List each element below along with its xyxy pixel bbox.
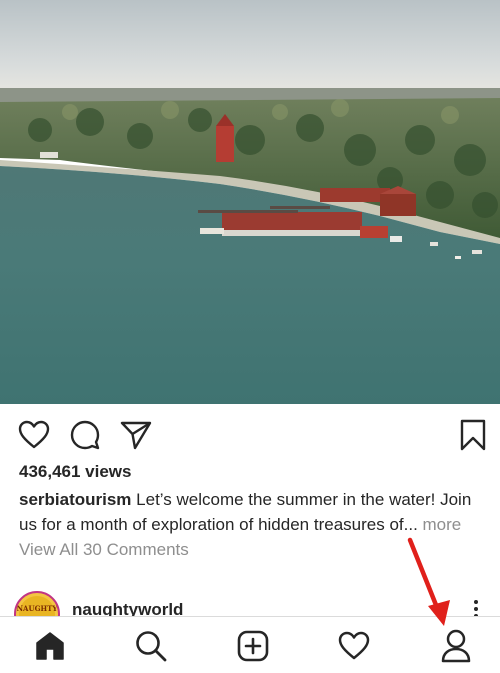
bottom-nav xyxy=(0,616,500,673)
next-post-username[interactable]: naughtyworld xyxy=(72,600,183,616)
heart-outline-icon xyxy=(18,420,50,449)
avatar-logo: NAUGHTY xyxy=(16,596,58,616)
nav-search[interactable] xyxy=(133,629,169,663)
post-caption: serbiatourism Let’s welcome the summer i… xyxy=(19,487,489,537)
paper-plane-icon xyxy=(120,421,152,450)
share-button[interactable] xyxy=(119,418,153,452)
nav-home[interactable] xyxy=(32,629,68,663)
lake-aerial-photo xyxy=(0,0,500,404)
more-link[interactable]: more xyxy=(418,515,462,534)
bookmark-icon xyxy=(460,419,486,451)
like-button[interactable] xyxy=(17,418,51,452)
save-button[interactable] xyxy=(456,418,490,452)
nav-profile[interactable] xyxy=(438,629,474,663)
comment-bubble-icon xyxy=(70,420,100,450)
profile-icon xyxy=(441,629,471,663)
nav-activity[interactable] xyxy=(336,629,372,663)
post-actions xyxy=(0,404,500,460)
post-media[interactable] xyxy=(0,0,500,404)
next-post-header: NAUGHTY naughtyworld xyxy=(0,588,500,616)
new-post-icon xyxy=(237,630,269,662)
nav-new-post[interactable] xyxy=(235,629,271,663)
search-icon xyxy=(136,631,167,662)
caption-username[interactable]: serbiatourism xyxy=(19,490,131,509)
view-all-comments-link[interactable]: View All 30 Comments xyxy=(19,540,189,560)
home-icon xyxy=(36,632,64,660)
view-count[interactable]: 436,461 views xyxy=(19,462,131,482)
activity-heart-icon xyxy=(338,631,370,660)
comment-button[interactable] xyxy=(68,418,102,452)
avatar[interactable]: NAUGHTY xyxy=(14,591,60,616)
avatar-text: NAUGHTY xyxy=(16,604,58,613)
more-vertical-icon[interactable] xyxy=(468,598,484,616)
